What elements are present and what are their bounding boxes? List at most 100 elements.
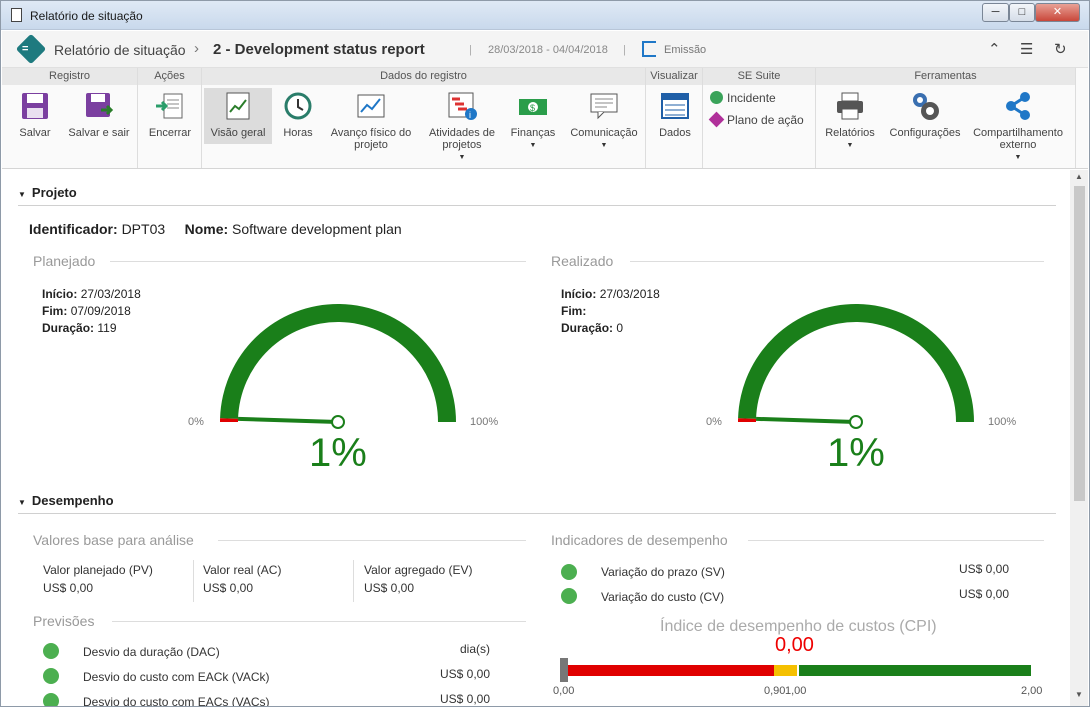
vertical-scrollbar[interactable]: ▲ ▼ — [1070, 170, 1088, 706]
indicators-title: Indicadores de desempenho — [551, 532, 728, 548]
project-section-title: Projeto — [31, 185, 77, 200]
page-title: 2 - Development status report — [213, 41, 425, 58]
settings-button[interactable]: Configurações — [886, 90, 964, 139]
group-title: SE Suite — [703, 68, 815, 85]
actual-title: Realizado — [551, 253, 614, 269]
gauge-arc-remaining — [220, 418, 239, 422]
hours-button[interactable]: Horas — [276, 90, 320, 139]
divider — [18, 205, 1056, 206]
group-title: Ferramentas — [816, 68, 1075, 85]
name-label: Nome: — [184, 221, 229, 237]
divider — [748, 540, 1044, 541]
physical-progress-button[interactable]: Avanço físico do projeto — [326, 90, 416, 151]
dac-label: Desvio da duração (DAC) — [83, 645, 220, 659]
gears-icon — [909, 90, 941, 122]
close-document-icon — [154, 90, 186, 122]
dropdown-caret-icon: ▼ — [529, 142, 537, 149]
logo-mark: = — [22, 43, 29, 55]
divider — [110, 261, 526, 262]
cv-value: US$ 0,00 — [959, 587, 1010, 601]
planned-gauge — [220, 303, 456, 429]
action-plan-button[interactable]: Plano de ação — [708, 111, 804, 128]
ac-label: Valor real (AC) — [203, 563, 282, 577]
planned-start: 27/03/2018 — [80, 287, 141, 301]
money-icon: $ — [517, 90, 549, 122]
ev-label: Valor agregado (EV) — [364, 563, 473, 577]
export-icon[interactable] — [642, 41, 656, 57]
cpi-bar-good — [799, 665, 1031, 676]
group-title: Visualizar — [646, 68, 702, 85]
performance-section-header[interactable]: ▼ Desempenho — [18, 493, 114, 508]
overview-button[interactable]: Visão geral — [204, 88, 272, 144]
scroll-up-icon[interactable]: ▲ — [1075, 172, 1083, 181]
physical-progress-label-line2: projeto — [354, 139, 388, 151]
project-activities-button[interactable]: i Atividades de projetos ▼ — [424, 90, 500, 164]
gauge-pivot — [331, 415, 345, 429]
close-record-label: Encerrar — [148, 127, 192, 139]
separator: | — [469, 44, 472, 56]
project-section-header[interactable]: ▼ Projeto — [18, 185, 77, 200]
gauge-min-label: 0% — [188, 416, 204, 428]
divider — [18, 513, 1056, 514]
cpi-bar-bad — [568, 665, 774, 676]
cv-label: Variação do custo (CV) — [601, 590, 725, 604]
save-exit-label: Salvar e sair — [68, 127, 130, 139]
list-icon[interactable]: ☰ — [1020, 40, 1033, 58]
ac-card: Valor real (AC) US$ 0,00 — [203, 561, 281, 597]
cpi-bar-warn — [774, 665, 797, 676]
maximize-button[interactable]: □ — [1009, 3, 1035, 22]
cpi-max-label: 2,00 — [1021, 685, 1043, 697]
forecasts-title: Previsões — [33, 613, 95, 629]
planned-duration: 119 — [97, 321, 117, 335]
refresh-icon[interactable]: ↻ — [1054, 40, 1067, 58]
vacs-value: US$ 0,00 — [440, 692, 491, 706]
communication-button[interactable]: Comunicação ▼ — [566, 90, 642, 152]
activities-label-line1: Atividades de — [428, 127, 496, 139]
scrollbar-thumb[interactable] — [1074, 186, 1085, 501]
name-value: Software development plan — [232, 221, 402, 237]
ac-value: US$ 0,00 — [203, 581, 254, 595]
divider — [112, 621, 526, 622]
dropdown-caret-icon: ▼ — [600, 142, 608, 149]
save-button[interactable]: Salvar — [12, 90, 58, 139]
minimize-button[interactable]: ─ — [982, 3, 1009, 22]
external-share-button[interactable]: Compartilhamento externo ▼ — [970, 90, 1066, 164]
end-label: Fim: — [42, 304, 68, 318]
project-identity: Identificador: DPT03 Nome: Software deve… — [29, 221, 402, 238]
activities-label-line2: projetos — [442, 139, 482, 151]
group-title: Registro — [2, 68, 137, 85]
svg-text:i: i — [469, 110, 471, 120]
cpi-value: 0,00 — [775, 634, 814, 656]
group-se-suite: SE Suite Incidente Plano de ação — [703, 68, 816, 168]
history-clock-icon — [282, 90, 314, 122]
divider — [193, 560, 194, 602]
chat-icon — [588, 90, 620, 122]
reports-label: Relatórios — [825, 127, 875, 139]
page-header: = Relatório de situação › 2 - Developmen… — [2, 31, 1088, 68]
close-record-button[interactable]: Encerrar — [144, 90, 196, 139]
hours-label: Horas — [283, 127, 313, 139]
status-dot — [561, 588, 577, 604]
breadcrumb-root[interactable]: Relatório de situação — [54, 42, 186, 58]
collapse-caret-icon: ▼ — [18, 498, 26, 507]
planned-end: 07/09/2018 — [70, 304, 131, 318]
save-exit-icon — [83, 90, 115, 122]
ribbon-toolbar: Registro Salvar Salvar e sair Ações Ence… — [2, 68, 1088, 169]
collapse-up-icon[interactable]: ⌃ — [988, 40, 1001, 58]
incident-button[interactable]: Incidente — [710, 91, 776, 105]
close-window-button[interactable]: ✕ — [1035, 3, 1080, 22]
data-button[interactable]: Dados — [654, 90, 696, 139]
gauge-min-label: 0% — [706, 416, 722, 428]
status-dot — [43, 693, 59, 706]
planned-dates: Início: 27/03/2018 Fim: 07/09/2018 Duraç… — [42, 286, 141, 337]
finance-button[interactable]: $ Finanças ▼ — [506, 90, 560, 152]
group-dados: Dados do registro Visão geral Horas Avan… — [202, 68, 646, 168]
scroll-down-icon[interactable]: ▼ — [1075, 690, 1083, 699]
identifier-value: DPT03 — [121, 221, 166, 237]
cpi-marker — [560, 658, 568, 682]
emission-link[interactable]: Emissão — [664, 44, 706, 56]
pv-card: Valor planejado (PV) US$ 0,00 — [43, 561, 153, 597]
reports-button[interactable]: Relatórios ▼ — [820, 90, 880, 152]
planned-percent: 1% — [309, 431, 367, 475]
save-exit-button[interactable]: Salvar e sair — [64, 90, 134, 139]
